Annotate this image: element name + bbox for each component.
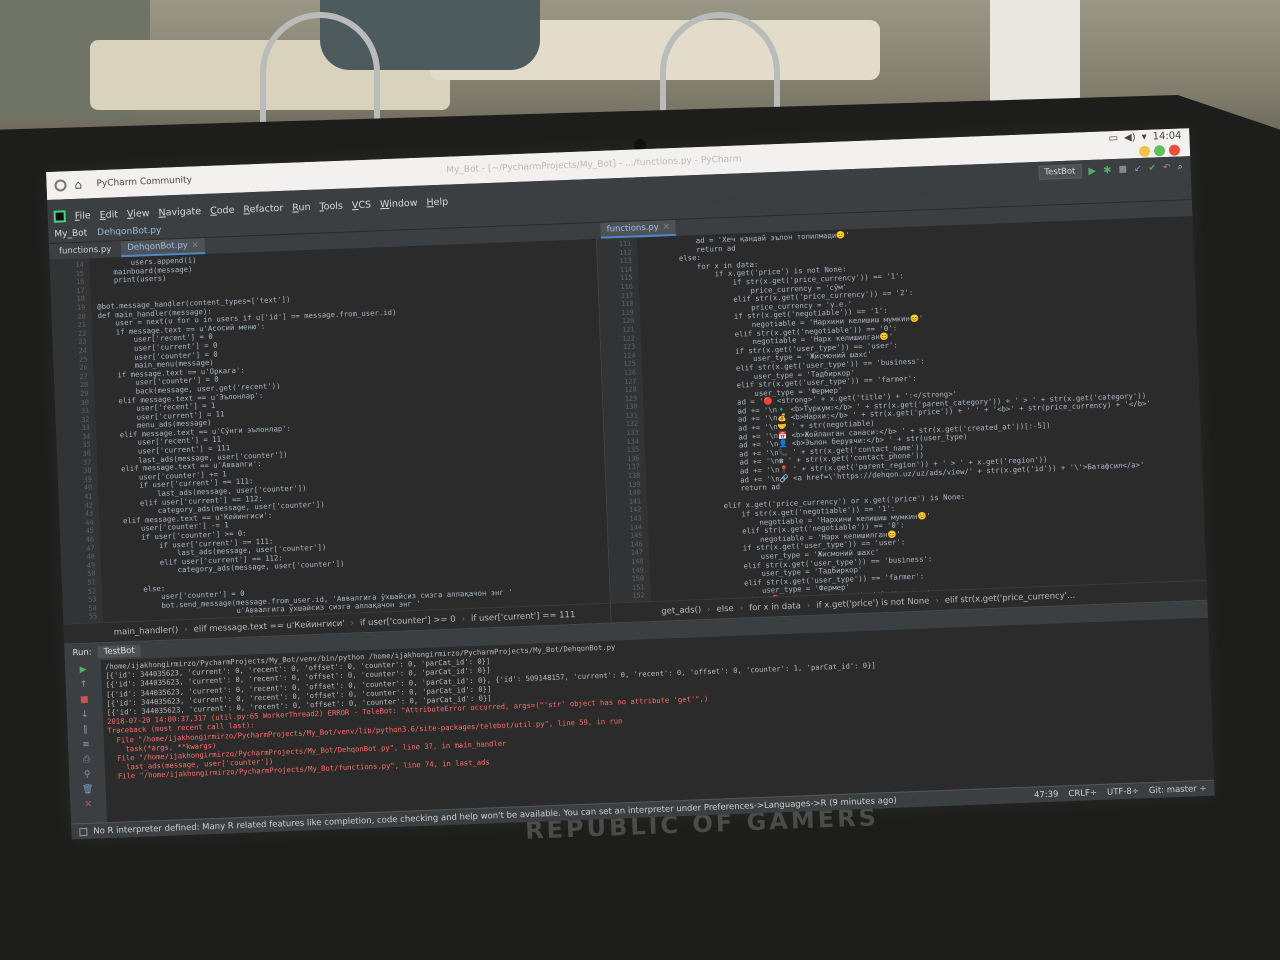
home-icon[interactable]: ⌂ <box>74 178 88 192</box>
arrow-up-icon[interactable]: ↑ <box>80 680 88 690</box>
close-icon[interactable]: ✕ <box>192 240 199 249</box>
run-tab[interactable]: TestBot <box>97 644 141 658</box>
close-icon[interactable]: ✕ <box>663 222 670 231</box>
stop-icon[interactable]: ■ <box>1118 165 1127 175</box>
pycharm-logo-icon <box>53 210 66 223</box>
app-name: PyCharm Community <box>96 175 193 190</box>
run-config-select[interactable]: TestBot <box>1038 164 1082 180</box>
volume-icon[interactable]: ◀) <box>1124 132 1136 143</box>
rerun-icon[interactable]: ▶ <box>79 665 86 675</box>
breadcrumb-item[interactable]: elif message.text == u'Кейингиси' <box>193 618 344 634</box>
wrap-icon[interactable]: ≡ <box>82 740 90 750</box>
menu-help[interactable]: Help <box>426 197 448 209</box>
right-code[interactable]: 111 112 113 114 115 116 117 118 119 120 121 122 123 1… <box>596 216 1207 609</box>
run-side-toolbar: ▶ ↑ ■ ↓ ∥ ≡ ⎙ ⚲ 🗑 ✕ <box>64 660 108 824</box>
chair-1 <box>260 12 380 132</box>
code-text[interactable]: ad = 'Хеч қандай эълон топилмади😐' retur… <box>637 216 1207 601</box>
breadcrumb-separator: › <box>935 595 939 606</box>
tab-functions[interactable]: functions.py <box>53 242 118 258</box>
window-controls <box>1138 144 1181 158</box>
system-tray: ▭ ◀) ▾ 14:04 <box>1108 130 1181 144</box>
battery-icon[interactable]: ▭ <box>1108 133 1118 144</box>
nav-project[interactable]: My_Bot <box>54 228 87 239</box>
window-title: My_Bot - [~/PycharmProjects/My_Bot] - ..… <box>446 154 742 176</box>
breadcrumb-item[interactable]: if user['counter'] >= 0 <box>360 614 456 628</box>
git-branch[interactable]: Git: master ÷ <box>1149 783 1207 795</box>
breadcrumb-separator: › <box>461 613 466 624</box>
trash-icon[interactable]: 🗑 <box>82 785 94 795</box>
breadcrumb-item[interactable]: if x.get('price') is not None <box>816 596 930 610</box>
breadcrumb-separator: › <box>706 604 711 615</box>
code-text[interactable]: users.append(i) mainboard(message) print… <box>89 239 610 622</box>
circle-icon[interactable] <box>54 179 67 192</box>
breadcrumb-item[interactable]: for x in data <box>749 601 801 613</box>
menu-navigate[interactable]: Navigate <box>158 206 201 219</box>
pause-icon[interactable]: ∥ <box>83 725 88 735</box>
debug-icon[interactable]: ✱ <box>1103 165 1112 176</box>
left-editor: functions.py DehqonBot.py ✕ 14 15 16 17 18 19 2… <box>48 222 612 644</box>
arrow-down-icon[interactable]: ↓ <box>81 710 89 720</box>
nav-file[interactable]: DehqonBot.py <box>97 225 162 237</box>
editor-area: functions.py DehqonBot.py ✕ 14 15 16 17 18 19 2… <box>48 200 1208 644</box>
maximize-button[interactable] <box>1153 145 1166 157</box>
breadcrumb-item[interactable]: if user['current'] == 111 <box>471 610 576 624</box>
stop-icon[interactable]: ■ <box>80 695 89 705</box>
menu-view[interactable]: View <box>127 208 150 220</box>
breadcrumb-item[interactable]: else <box>716 603 734 614</box>
line-separator[interactable]: CRLF÷ <box>1068 788 1097 799</box>
revert-icon[interactable]: ↶ <box>1163 163 1171 173</box>
print-icon[interactable]: ⎙ <box>83 755 91 765</box>
menu-refactor[interactable]: Refactor <box>243 203 283 216</box>
menu-window[interactable]: Window <box>380 198 418 210</box>
vcs-update-icon[interactable]: ↙ <box>1134 164 1142 174</box>
screen: ⌂ PyCharm Community My_Bot - [~/PycharmP… <box>46 128 1215 840</box>
run-icon[interactable]: ▶ <box>1088 165 1096 176</box>
menu-edit[interactable]: Edit <box>99 209 118 221</box>
breadcrumb-separator: › <box>350 618 355 629</box>
menu-code[interactable]: Code <box>210 205 235 217</box>
breadcrumb-item[interactable]: elif str(x.get('price_currency'... <box>945 590 1076 605</box>
file-encoding[interactable]: UTF-8÷ <box>1107 786 1139 797</box>
breadcrumb-item[interactable]: get_ads() <box>661 605 701 617</box>
run-label: Run: <box>72 647 92 658</box>
breadcrumb-separator: › <box>184 624 188 635</box>
menu-vcs[interactable]: VCS <box>352 200 372 212</box>
left-code[interactable]: 14 15 16 17 18 19 20 21 22 23 24 25 26 27 28 29 30 31 32 33… <box>49 239 610 630</box>
toggle-tool-windows-icon[interactable] <box>79 827 88 836</box>
vcs-commit-icon[interactable]: ✔ <box>1148 163 1156 173</box>
chevron-down-icon[interactable]: ▾ <box>1141 132 1146 143</box>
close-icon[interactable]: ✕ <box>84 800 92 810</box>
search-icon[interactable]: ⌕ <box>1177 162 1182 172</box>
pin-icon[interactable]: ⚲ <box>84 770 91 780</box>
breadcrumb-item[interactable]: main_handler() <box>114 625 179 637</box>
breadcrumb-separator: › <box>806 600 811 611</box>
right-editor: functions.py ✕ 111 112 113 114 115 116 117 118 11… <box>596 200 1208 623</box>
breadcrumb-separator: › <box>739 603 744 614</box>
menu-run[interactable]: Run <box>292 202 311 214</box>
menu-file[interactable]: File <box>75 210 91 222</box>
cursor-position[interactable]: 47:39 <box>1034 789 1059 800</box>
menu-tools[interactable]: Tools <box>319 201 343 213</box>
close-button[interactable] <box>1168 144 1181 156</box>
clock[interactable]: 14:04 <box>1152 130 1181 142</box>
minimize-button[interactable] <box>1138 145 1151 158</box>
